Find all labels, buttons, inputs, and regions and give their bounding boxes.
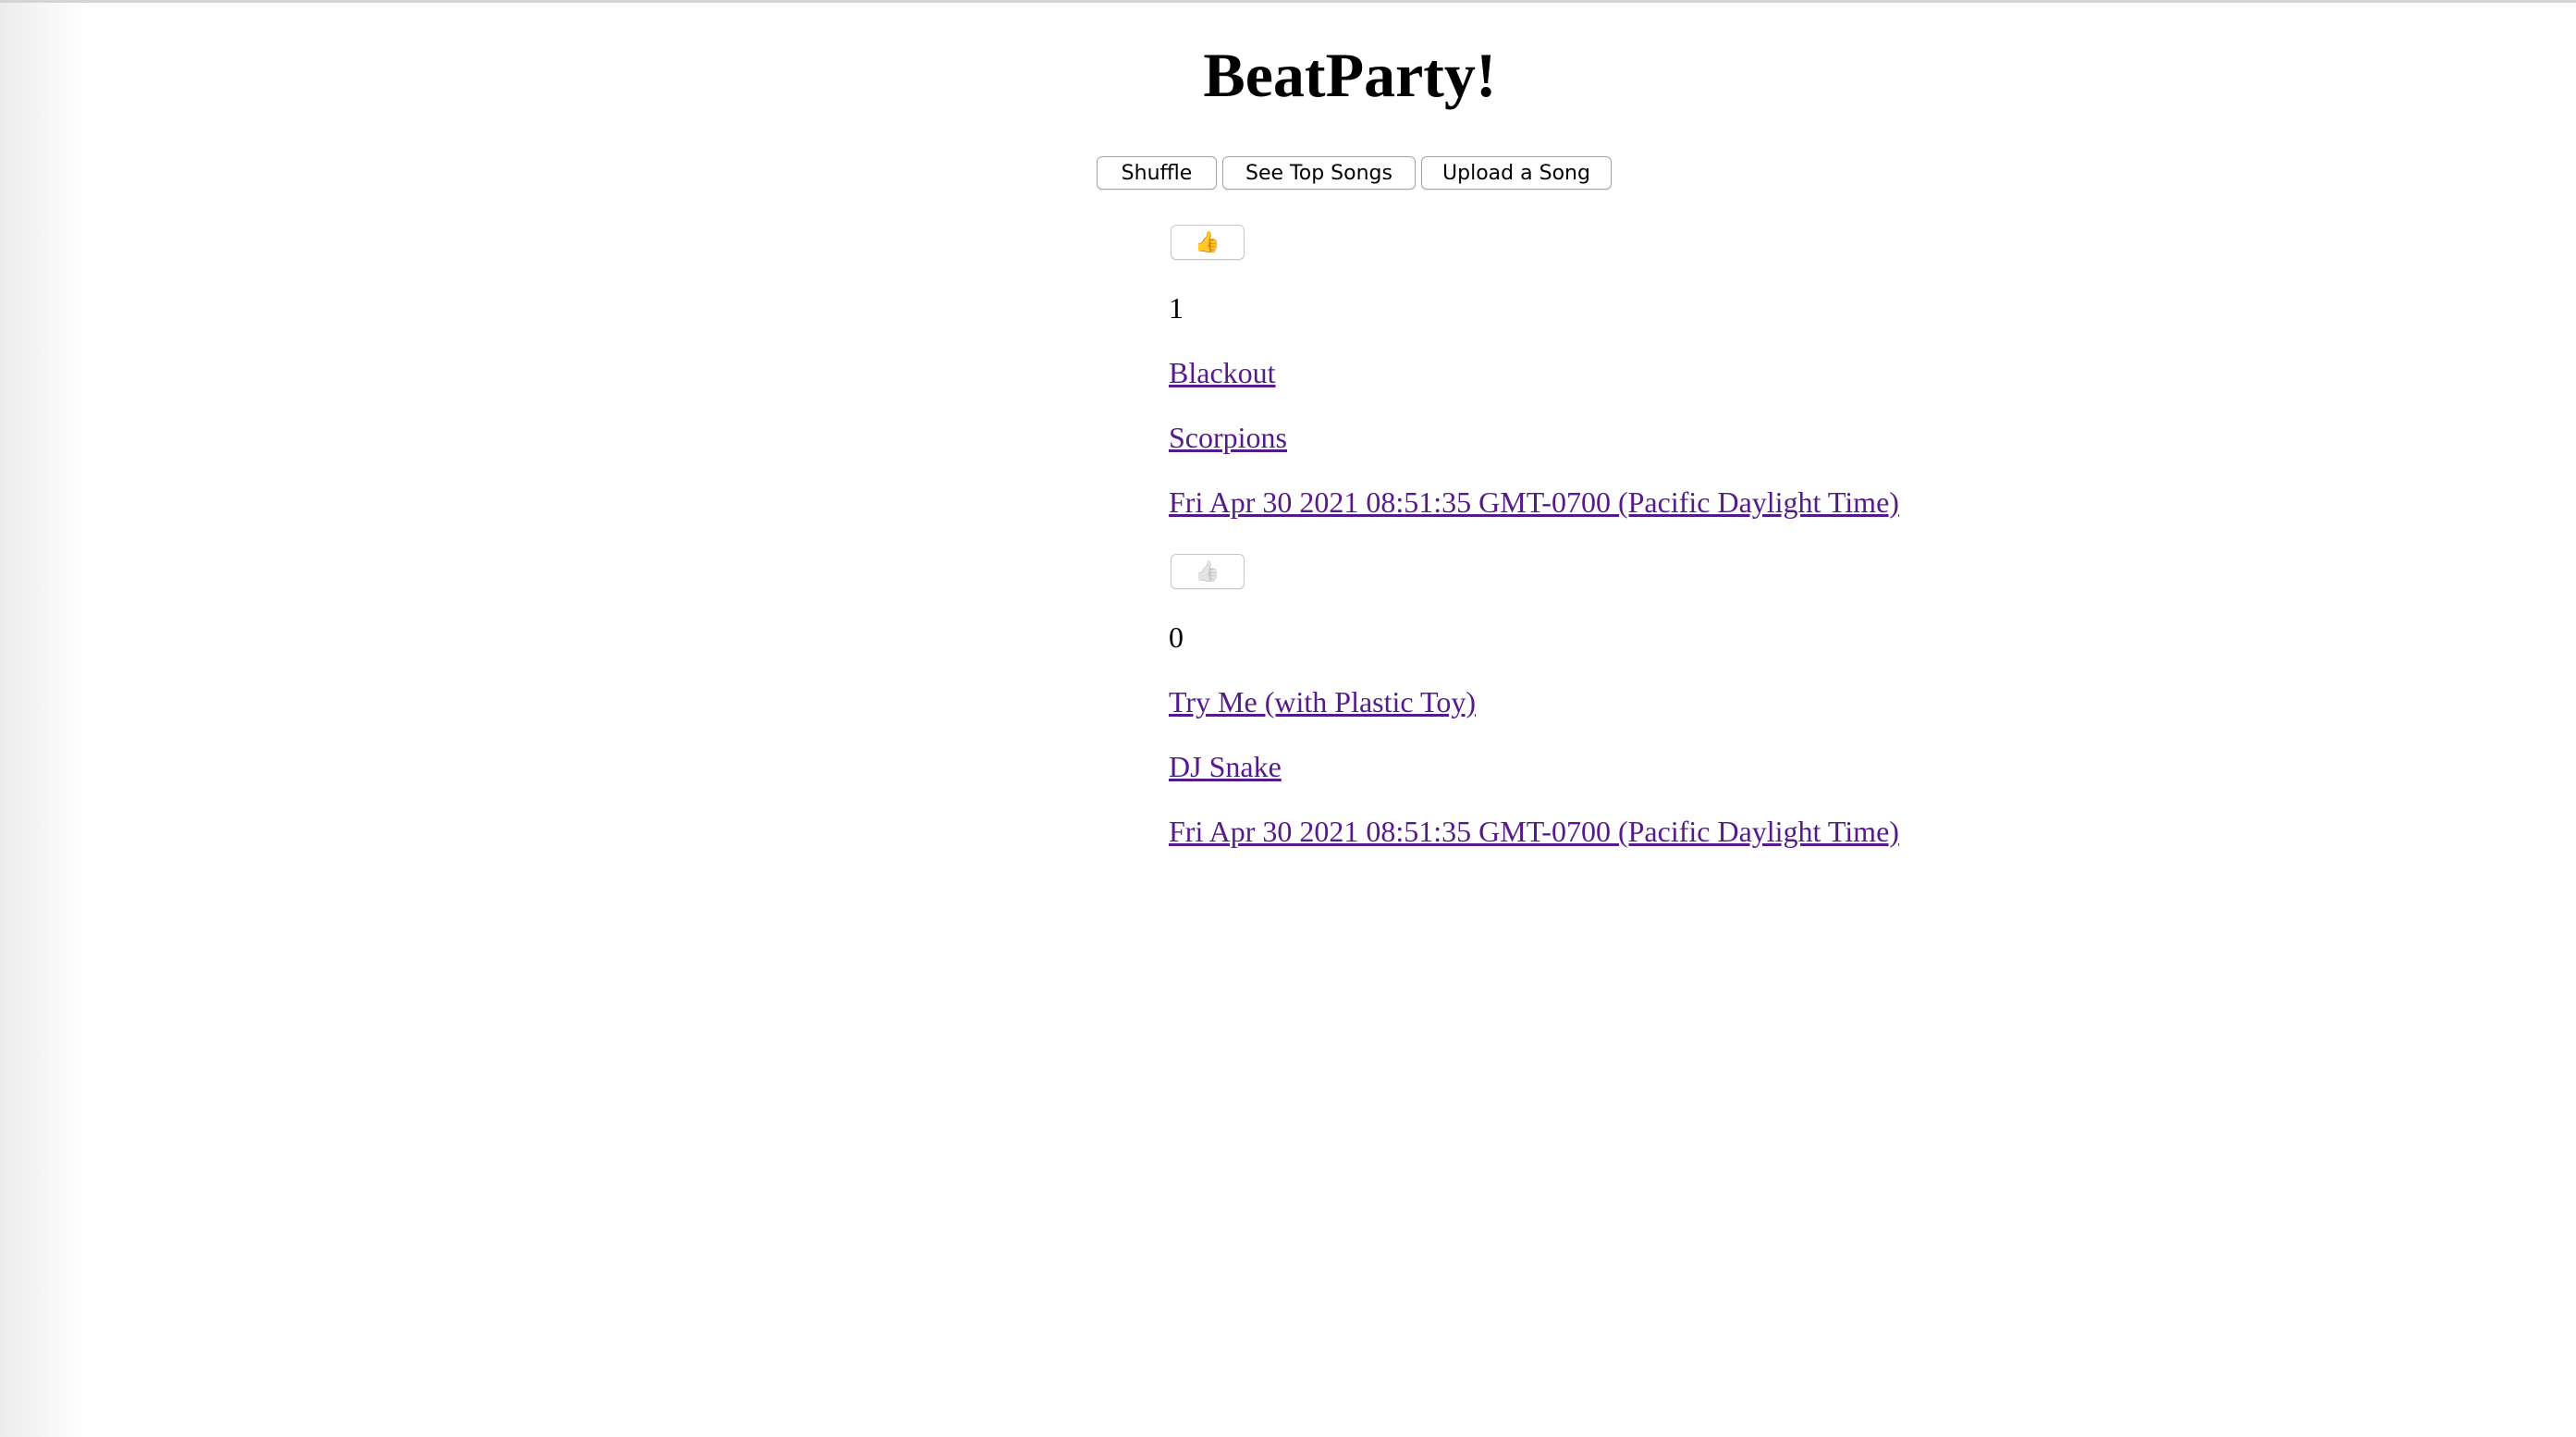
see-top-songs-button[interactable]: See Top Songs	[1222, 156, 1416, 190]
upload-song-button[interactable]: Upload a Song	[1421, 156, 1612, 190]
thumbs-up-icon: 👍	[1195, 230, 1221, 253]
toolbar: Shuffle See Top Songs Upload a Song	[1097, 156, 1612, 190]
thumbs-up-icon: 👍	[1195, 559, 1221, 583]
song-title-link[interactable]: Blackout	[1169, 356, 1276, 389]
song-date-link[interactable]: Fri Apr 30 2021 08:51:35 GMT-0700 (Pacif…	[1169, 815, 1899, 848]
song-artist-link[interactable]: Scorpions	[1169, 421, 1287, 454]
shuffle-button[interactable]: Shuffle	[1097, 156, 1217, 190]
like-button[interactable]: 👍	[1171, 225, 1245, 260]
like-count: 1	[1169, 291, 1184, 325]
like-button[interactable]: 👍	[1171, 554, 1245, 589]
song-artist-link[interactable]: DJ Snake	[1169, 750, 1282, 783]
app-page: BeatParty! Shuffle See Top Songs Upload …	[0, 0, 2576, 1437]
window-edge-shadow	[0, 3, 83, 1437]
song-date-link[interactable]: Fri Apr 30 2021 08:51:35 GMT-0700 (Pacif…	[1169, 485, 1899, 519]
page-title: BeatParty!	[1203, 40, 1497, 110]
song-title-link[interactable]: Try Me (with Plastic Toy)	[1169, 685, 1476, 718]
like-count: 0	[1169, 620, 1184, 654]
